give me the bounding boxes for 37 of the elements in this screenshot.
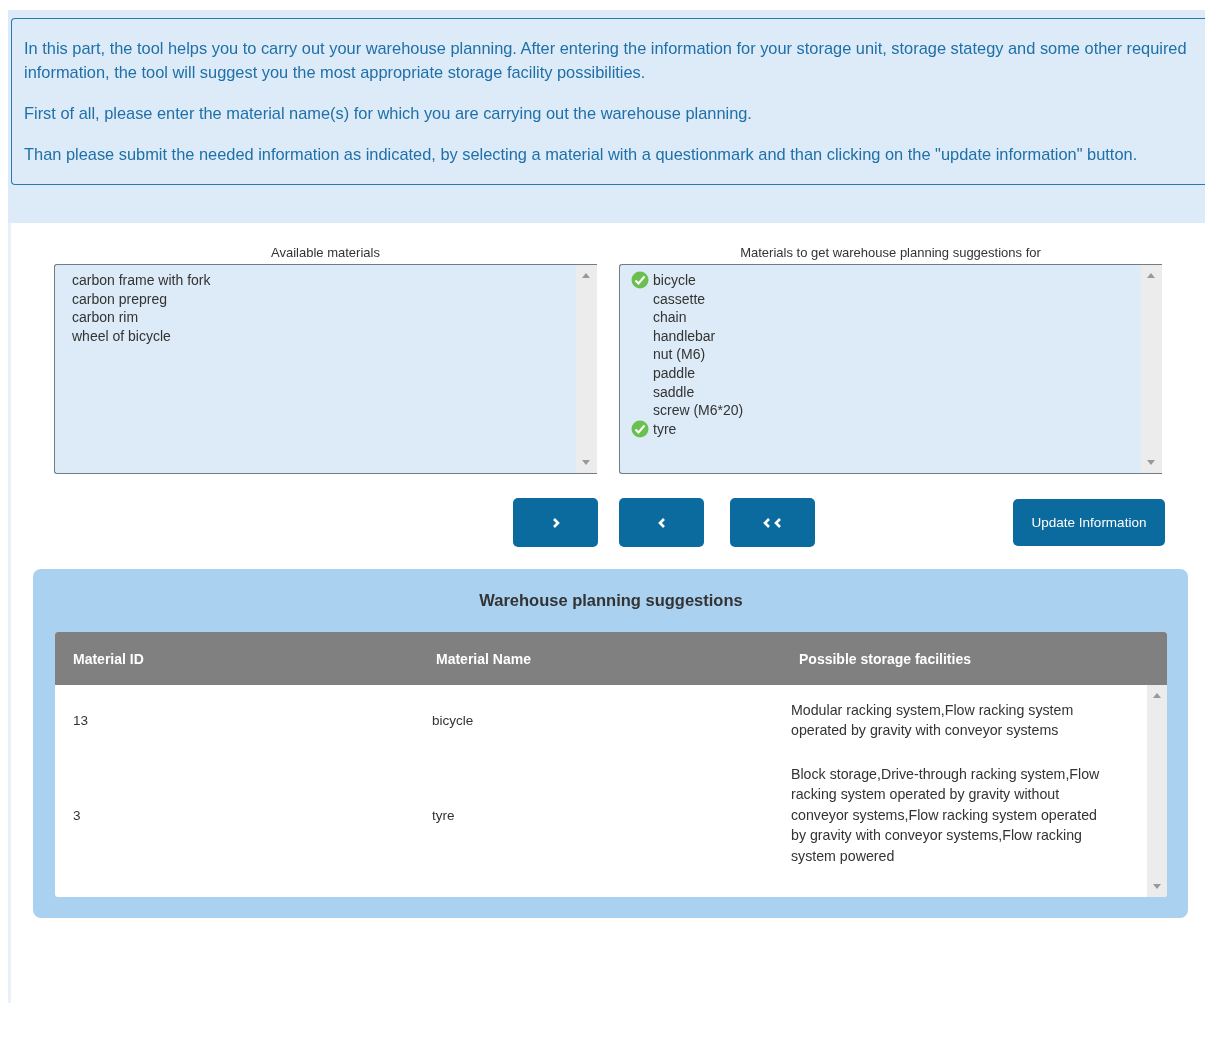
table-cell-text: Modular racking system,Flow racking system operated by gravity with conveyor systems bbox=[790, 700, 1075, 740]
list-item[interactable]: wheel of bicycle bbox=[72, 326, 576, 346]
scrollbar[interactable] bbox=[576, 265, 597, 473]
info-text: Than please submit the needed information as indicated, by selecting a material with a questionmark and than clicking on the "update information" button. bbox=[24, 144, 1139, 165]
list-item[interactable]: handlebar bbox=[653, 326, 716, 346]
scrollbar[interactable] bbox=[1147, 685, 1167, 897]
scrollbar[interactable] bbox=[1141, 265, 1162, 473]
column-header: Possible storage facilities bbox=[798, 650, 972, 667]
list-item[interactable]: carbon prepreg bbox=[72, 289, 576, 309]
list-title: Available materials bbox=[271, 245, 380, 260]
selected-materials-list[interactable]: bicycle cassette chain handlebar nut (M6) paddle saddle screw (M6*20) tyre bbox=[619, 264, 1162, 474]
column-header: Material Name bbox=[435, 650, 532, 667]
move-right-button[interactable] bbox=[513, 498, 598, 547]
suggestions-title: Warehouse planning suggestions bbox=[478, 591, 744, 610]
list-item[interactable]: cassette bbox=[653, 289, 706, 309]
info-text: In this part, the tool helps you to carry out your warehouse planning. After entering the information for your storage unit, storage stategy and some other required information, the tool will suggest you the most appropriate storage facility possibilities. bbox=[24, 38, 1188, 83]
list-title: Materials to get warehouse planning suggestions for bbox=[740, 245, 1041, 260]
info-text: First of all, please enter the material name(s) for which you are carrying out the warehouse planning. bbox=[24, 103, 753, 124]
list-item[interactable]: chain bbox=[653, 308, 687, 327]
table-cell-text: 13 bbox=[72, 712, 90, 728]
list-item[interactable]: bicycle bbox=[653, 271, 696, 290]
list-item[interactable]: carbon rim bbox=[72, 308, 576, 327]
move-all-left-button[interactable] bbox=[730, 498, 815, 547]
list-item[interactable]: saddle bbox=[653, 382, 695, 402]
list-item[interactable]: paddle bbox=[653, 363, 696, 383]
list-item[interactable]: screw (M6*20) bbox=[653, 401, 744, 420]
list-item[interactable]: nut (M6) bbox=[653, 345, 706, 364]
list-item[interactable]: carbon frame with fork bbox=[72, 271, 576, 290]
table-cell-text: Block storage,Drive-through racking system,Flow racking system operated by gravity without conveyor systems,Flow racking system operated by gravity with conveyor systems,Flow racking system powered bbox=[790, 764, 1101, 866]
table-cell-text: bicycle bbox=[431, 712, 475, 728]
table-cell-text: tyre bbox=[431, 807, 456, 823]
list-item[interactable]: tyre bbox=[653, 419, 677, 439]
available-materials-list[interactable]: carbon frame with fork carbon prepreg carbon rim wheel of bicycle bbox=[54, 264, 597, 474]
column-header: Material ID bbox=[72, 650, 145, 667]
table-cell-text: 3 bbox=[72, 807, 82, 823]
move-left-button[interactable] bbox=[619, 498, 704, 547]
update-information-button[interactable]: Update Information bbox=[1013, 499, 1165, 546]
